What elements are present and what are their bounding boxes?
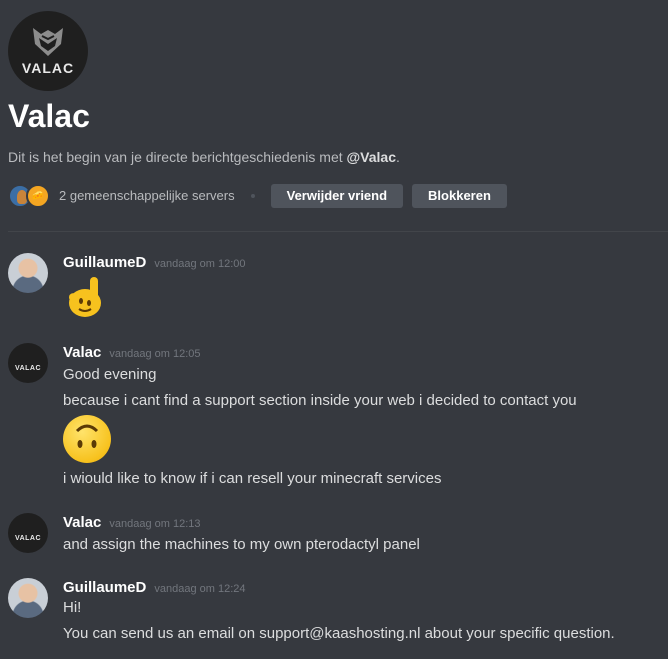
message-header: GuillaumeD vandaag om 12:00: [63, 254, 246, 271]
message-header: Valac vandaag om 12:05: [63, 344, 201, 361]
block-button[interactable]: Blokkeren: [412, 183, 507, 208]
author-name[interactable]: Valac: [63, 514, 101, 531]
avatar-logo-text: VALAC: [21, 60, 75, 76]
server-icon[interactable]: 🧀: [26, 183, 50, 208]
dm-channel: VALAC Valac Dit is het begin van je dire…: [0, 0, 668, 659]
server-icon-glyph: 🧀: [32, 190, 44, 200]
intro-user-mention[interactable]: @Valac: [347, 149, 396, 165]
author-name[interactable]: GuillaumeD: [63, 254, 146, 271]
avatar[interactable]: [8, 578, 48, 618]
intro-suffix: .: [395, 149, 400, 165]
message-header: GuillaumeD vandaag om 12:24: [63, 579, 246, 596]
mutual-servers-row: 🧀 2 gemeenschappelijke servers Verwijder…: [8, 183, 516, 208]
message-text: i wiould like to know if i can resell yo…: [63, 470, 442, 487]
remove-friend-button[interactable]: Verwijder vriend: [270, 183, 404, 208]
avatar[interactable]: VALAC: [8, 513, 48, 553]
intro-prefix: Dit is het begin van je directe berichtg…: [8, 149, 347, 165]
author-name[interactable]: GuillaumeD: [63, 579, 146, 596]
mutual-server-icons[interactable]: 🧀: [8, 183, 54, 208]
avatar-logo-text: VALAC: [14, 534, 42, 542]
upside-down-face-icon[interactable]: [63, 415, 111, 463]
avatar[interactable]: [8, 253, 48, 293]
mutual-servers-link[interactable]: 2 gemeenschappelijke servers: [59, 188, 235, 203]
message-text: Hi!: [63, 599, 82, 616]
timestamp: vandaag om 12:05: [109, 348, 201, 360]
avatar[interactable]: VALAC: [8, 343, 48, 383]
author-name[interactable]: Valac: [63, 344, 101, 361]
message-header: Valac vandaag om 12:13: [63, 514, 201, 531]
avatar-logo-text: VALAC: [14, 364, 42, 372]
message-text: and assign the machines to my own pterod…: [63, 536, 420, 553]
profile-avatar[interactable]: VALAC: [8, 11, 88, 91]
message-text: You can send us an email on support@kaas…: [63, 625, 615, 642]
timestamp: vandaag om 12:24: [154, 583, 246, 595]
dm-intro-text: Dit is het begin van je directe berichtg…: [8, 149, 400, 165]
dm-title: Valac: [8, 98, 90, 134]
timestamp: vandaag om 12:13: [109, 518, 201, 530]
header-divider: [8, 231, 668, 232]
message-text: because i cant find a support section in…: [63, 392, 577, 409]
timestamp: vandaag om 12:00: [154, 258, 246, 270]
separator-dot: [250, 193, 255, 198]
message-text: Good evening: [63, 366, 157, 383]
valac-logo-icon: [33, 28, 63, 56]
waving-hand-icon[interactable]: [63, 273, 109, 319]
